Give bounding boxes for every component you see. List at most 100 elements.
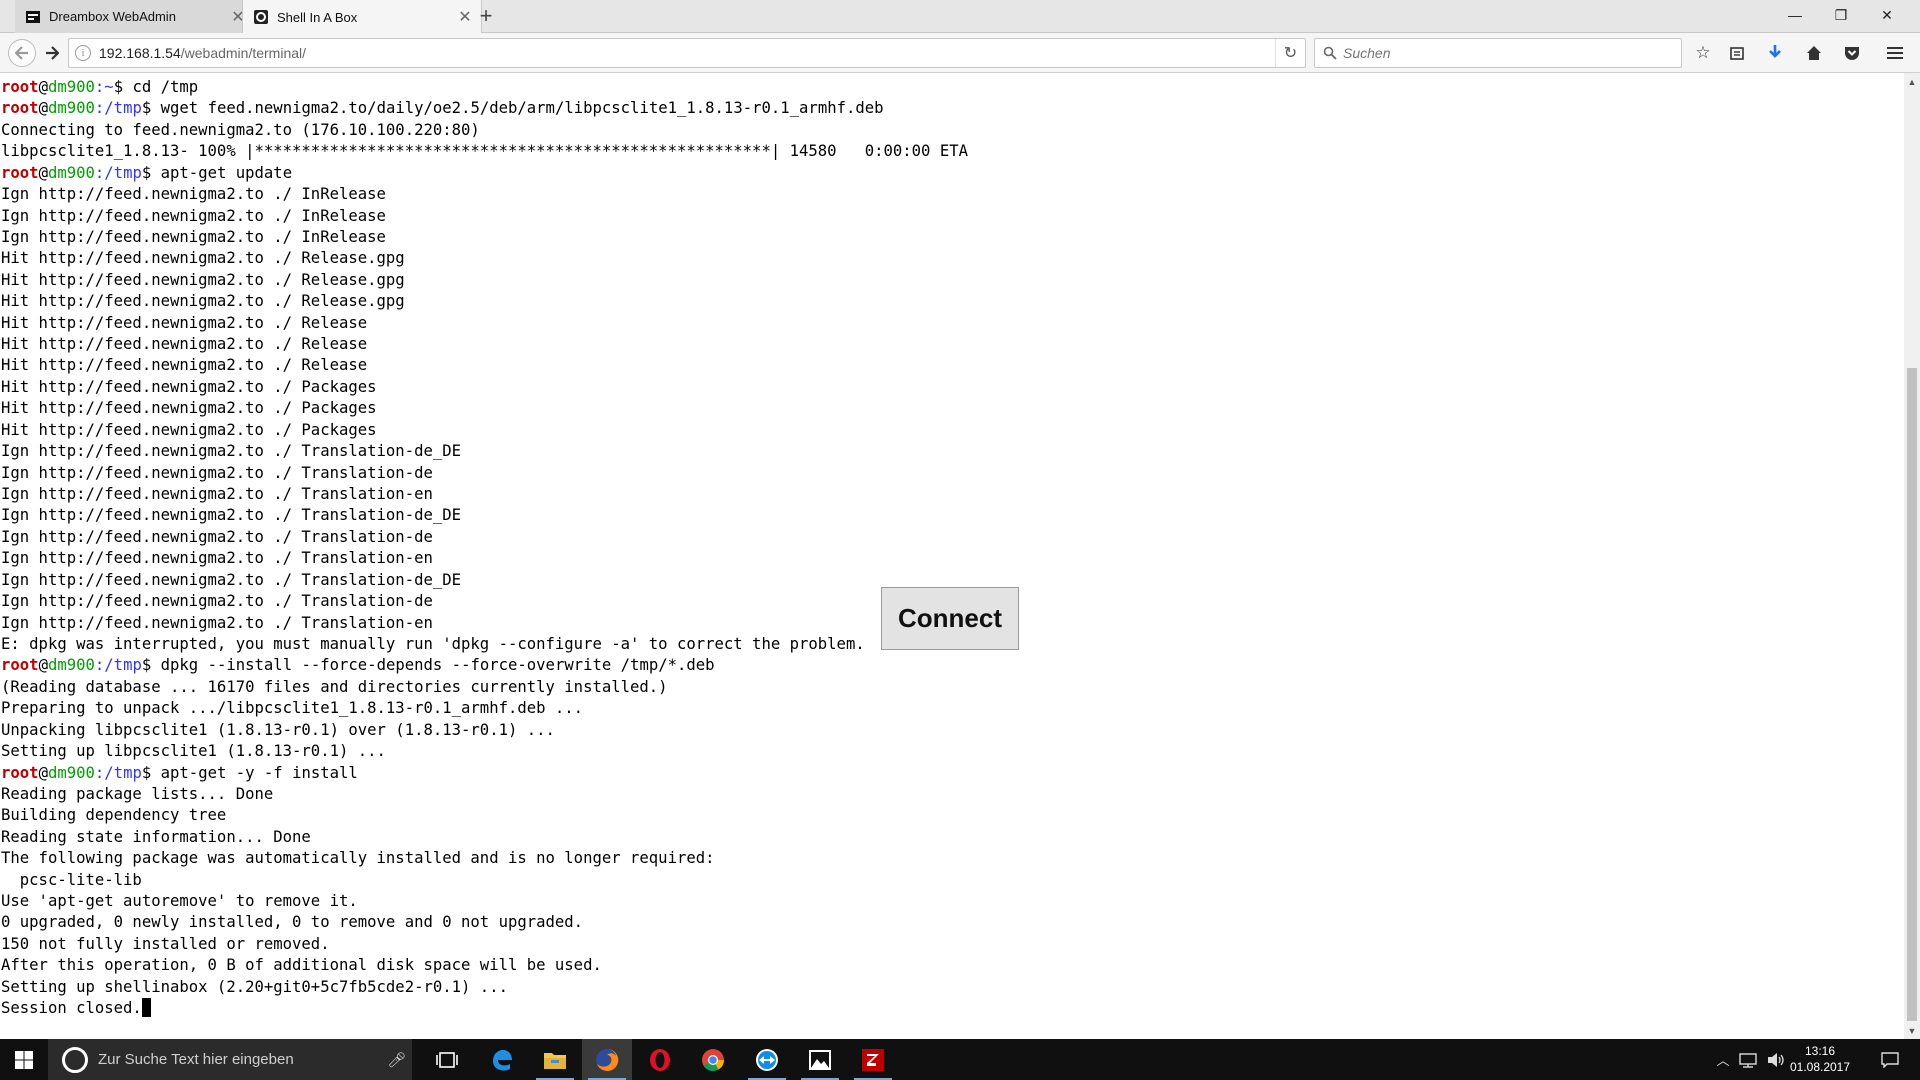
- output-text: Use 'apt-get autoremove' to remove it.: [1, 892, 358, 911]
- output-text: E: dpkg was interrupted, you must manual…: [1, 634, 865, 653]
- firefox-icon[interactable]: [582, 1039, 632, 1080]
- prompt-user: root: [1, 163, 39, 182]
- reload-icon[interactable]: ↻: [1275, 39, 1305, 67]
- download-icon[interactable]: [1763, 41, 1787, 65]
- output-text: Ign http://feed.newnigma2.to ./ InReleas…: [1, 185, 386, 204]
- output-text: Ign http://feed.newnigma2.to ./ Translat…: [1, 442, 462, 461]
- volume-icon[interactable]: [1766, 1052, 1786, 1068]
- terminal-output-line: Ign http://feed.newnigma2.to ./ Translat…: [1, 441, 968, 462]
- output-text: Building dependency tree: [1, 806, 227, 825]
- connect-button[interactable]: Connect: [881, 587, 1019, 650]
- back-button[interactable]: [8, 39, 36, 67]
- microphone-icon[interactable]: 🎤︎: [382, 1051, 412, 1069]
- terminal-output-line: Ign http://feed.newnigma2.to ./ InReleas…: [1, 206, 968, 227]
- url-text[interactable]: 192.168.1.54/webadmin/terminal/: [99, 45, 1275, 61]
- terminal-output-line: Preparing to unpack .../libpcsclite1_1.8…: [1, 698, 968, 719]
- close-tab-icon[interactable]: ✕: [457, 9, 473, 26]
- teamviewer-icon[interactable]: [742, 1039, 792, 1080]
- terminal-output-line: Hit http://feed.newnigma2.to ./ Packages: [1, 398, 968, 419]
- taskbar-search-placeholder: Zur Suche Text hier eingeben: [98, 1051, 294, 1068]
- prompt-path: /tmp: [104, 163, 142, 182]
- photos-icon[interactable]: [795, 1039, 845, 1080]
- bookmark-star-icon[interactable]: ☆: [1691, 41, 1715, 65]
- prompt-at: @: [38, 99, 48, 118]
- minimize-icon[interactable]: —: [1772, 0, 1818, 30]
- chevron-up-icon[interactable]: ︿: [1712, 1050, 1734, 1069]
- taskbar-search-box[interactable]: Zur Suche Text hier eingeben 🎤︎: [48, 1039, 412, 1080]
- terminal-cursor: [141, 998, 151, 1018]
- opera-icon[interactable]: [635, 1039, 685, 1080]
- prompt-separator: :: [94, 163, 105, 182]
- output-text: Ign http://feed.newnigma2.to ./ Translat…: [1, 485, 433, 504]
- output-text: Preparing to unpack .../libpcsclite1_1.8…: [1, 699, 584, 718]
- forward-button[interactable]: [38, 39, 66, 67]
- output-text: Hit http://feed.newnigma2.to ./ Release.…: [1, 270, 405, 289]
- url-path: /webadmin/terminal/: [180, 45, 307, 61]
- home-icon[interactable]: [1802, 41, 1826, 65]
- command-text: cd /tmp: [132, 78, 199, 96]
- tab-bar: Dreambox WebAdmin ✕ Shell In A Box ✕ + —…: [0, 0, 1920, 34]
- prompt-path: /tmp: [104, 99, 142, 118]
- close-window-icon[interactable]: ✕: [1864, 0, 1910, 30]
- prompt-at: @: [38, 763, 48, 782]
- terminal-output: root@dm900:~$ cd /tmp root@dm900:/tmp$ wg…: [1, 77, 968, 1020]
- filezilla-icon[interactable]: [848, 1039, 898, 1080]
- prompt-dollar: $: [141, 656, 161, 675]
- tab-dreambox-webadmin[interactable]: Dreambox WebAdmin ✕: [15, 0, 255, 33]
- tab-title: Shell In A Box: [277, 9, 358, 25]
- prompt-at: @: [38, 78, 48, 96]
- cortana-icon: [62, 1046, 88, 1073]
- prompt-dollar: $: [141, 763, 161, 782]
- terminal-output-line: Building dependency tree: [1, 805, 968, 826]
- network-icon[interactable]: [1738, 1052, 1758, 1068]
- scroll-up-icon[interactable]: ▲: [1904, 73, 1920, 90]
- output-text: Setting up libpcsclite1 (1.8.13-r0.1) ..…: [1, 742, 386, 761]
- edge-icon[interactable]: [477, 1039, 527, 1080]
- terminal-area[interactable]: root@dm900:~$ cd /tmp root@dm900:/tmp$ wg…: [0, 73, 1904, 1039]
- clock[interactable]: 13:16 01.08.2017: [1785, 1043, 1855, 1075]
- prompt-separator: :: [94, 763, 105, 782]
- terminal-command-line: root@dm900:/tmp$ dpkg --install --force-…: [1, 655, 968, 676]
- url-bar[interactable]: i 192.168.1.54/webadmin/terminal/ ↻: [68, 38, 1306, 68]
- reading-list-icon[interactable]: [1725, 41, 1749, 65]
- url-host: 192.168.1.54: [99, 45, 181, 61]
- output-text: After this operation, 0 B of additional …: [1, 956, 602, 975]
- scrollbar-thumb[interactable]: [1907, 368, 1917, 1021]
- output-text: Hit http://feed.newnigma2.to ./ Packages: [1, 399, 377, 418]
- terminal-output-line: Ign http://feed.newnigma2.to ./ Translat…: [1, 613, 968, 634]
- search-bar[interactable]: [1314, 38, 1682, 68]
- output-text: Ign http://feed.newnigma2.to ./ Translat…: [1, 506, 462, 525]
- task-view-icon[interactable]: [422, 1039, 472, 1080]
- terminal-output-line: 0 upgraded, 0 newly installed, 0 to remo…: [1, 912, 968, 933]
- prompt-path: ~: [104, 78, 114, 96]
- vertical-scrollbar[interactable]: ▲ ▼: [1904, 73, 1920, 1039]
- terminal-output-line: Unpacking libpcsclite1 (1.8.13-r0.1) ove…: [1, 720, 968, 741]
- search-input[interactable]: [1343, 45, 1643, 61]
- pocket-icon[interactable]: [1840, 41, 1864, 65]
- tab-shell-in-a-box[interactable]: Shell In A Box ✕: [242, 0, 482, 34]
- terminal-output-line: Ign http://feed.newnigma2.to ./ InReleas…: [1, 184, 968, 205]
- navigation-bar: i 192.168.1.54/webadmin/terminal/ ↻ ☆: [0, 33, 1920, 73]
- action-center-icon[interactable]: [1870, 1039, 1910, 1080]
- output-text: Session closed.: [1, 999, 142, 1018]
- new-tab-icon[interactable]: +: [474, 3, 498, 28]
- terminal-output-line: Setting up shellinabox (2.20+git0+5c7fb5…: [1, 977, 968, 998]
- prompt-dollar: $: [141, 99, 161, 118]
- start-button[interactable]: [0, 1039, 48, 1080]
- restore-icon[interactable]: ❐: [1818, 0, 1864, 30]
- forward-arrow-icon: [46, 46, 59, 60]
- chrome-icon[interactable]: [688, 1039, 738, 1080]
- scroll-down-icon[interactable]: ▼: [1904, 1022, 1920, 1039]
- prompt-at: @: [38, 656, 48, 675]
- prompt-dollar: $: [141, 163, 161, 182]
- output-text: Setting up shellinabox (2.20+git0+5c7fb5…: [1, 977, 508, 996]
- file-explorer-icon[interactable]: [530, 1039, 580, 1080]
- info-icon[interactable]: i: [75, 45, 91, 61]
- terminal-command-line: root@dm900:/tmp$ apt-get update: [1, 163, 968, 184]
- terminal-output-line: libpcsclite1_1.8.13- 100% |*************…: [1, 141, 968, 162]
- output-text: Ign http://feed.newnigma2.to ./ InReleas…: [1, 206, 386, 225]
- prompt-host: dm900: [47, 656, 95, 675]
- clock-time: 13:16: [1804, 1044, 1836, 1058]
- menu-icon[interactable]: [1883, 41, 1907, 65]
- terminal-output-line: Ign http://feed.newnigma2.to ./ InReleas…: [1, 227, 968, 248]
